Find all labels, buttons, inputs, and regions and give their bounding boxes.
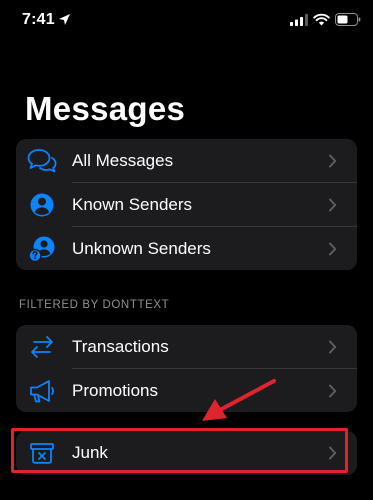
arrows-left-right-icon	[31, 336, 53, 358]
row-all-messages[interactable]: All Messages	[16, 139, 357, 183]
annotation-arrow-icon	[202, 379, 276, 421]
row-promotions[interactable]: Promotions	[16, 369, 357, 412]
person-question-icon	[28, 236, 55, 263]
annotation-highlight-box	[11, 428, 348, 473]
row-label: Known Senders	[72, 195, 193, 214]
status-time: 7:41	[22, 11, 55, 28]
wifi-icon	[313, 13, 330, 26]
row-unknown-senders[interactable]: Unknown Senders	[16, 227, 357, 270]
status-bar: 7:41	[0, 0, 373, 44]
cellular-signal-icon	[290, 14, 308, 26]
section-header-filtered: FILTERED BY DONTTEXT	[19, 299, 170, 311]
filtered-group: Transactions Promotions	[16, 325, 357, 412]
battery-icon	[335, 13, 361, 26]
row-transactions[interactable]: Transactions	[16, 325, 357, 369]
chevron-right-icon	[329, 242, 337, 256]
chevron-right-icon	[329, 198, 337, 212]
row-label: All Messages	[72, 151, 174, 170]
speech-bubbles-icon	[27, 149, 57, 173]
row-label: Unknown Senders	[72, 239, 211, 258]
location-arrow-icon	[59, 14, 70, 25]
megaphone-icon	[30, 380, 54, 403]
chevron-right-icon	[329, 340, 337, 354]
chevron-right-icon	[329, 384, 337, 398]
person-circle-icon	[30, 193, 54, 217]
row-known-senders[interactable]: Known Senders	[16, 183, 357, 227]
messages-group: All Messages Known Senders Unknown Sende…	[16, 139, 357, 270]
page-title: Messages	[25, 90, 186, 127]
chevron-right-icon	[329, 154, 337, 168]
row-label: Transactions	[72, 337, 169, 356]
row-label: Promotions	[72, 381, 158, 400]
